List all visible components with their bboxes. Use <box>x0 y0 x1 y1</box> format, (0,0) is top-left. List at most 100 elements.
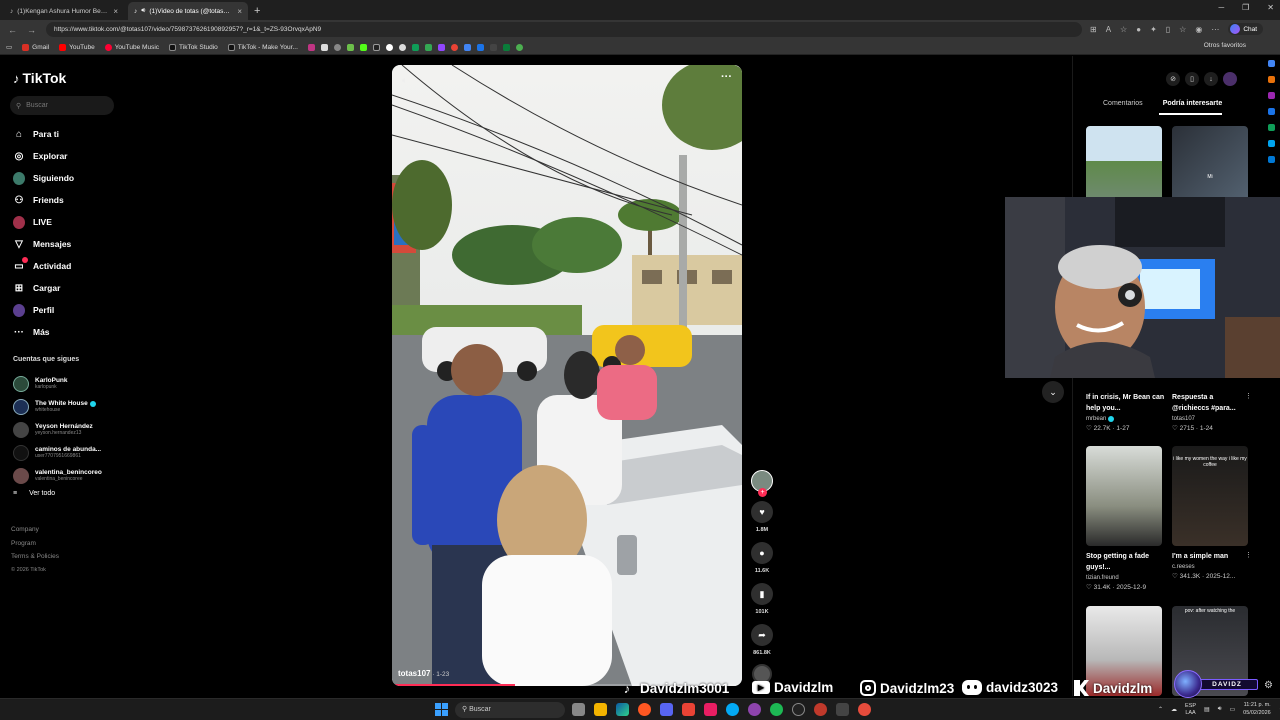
recommended-card[interactable]: Respuesta a @richieccs #para... totas107… <box>1172 392 1252 432</box>
speaker-icon[interactable]: 🔊︎ <box>141 7 145 15</box>
sheets-bookmark-icon[interactable] <box>411 43 419 51</box>
share-icon[interactable]: ➦ <box>751 624 773 646</box>
kick-bookmark-icon[interactable] <box>359 43 367 51</box>
edge-browser-icon[interactable] <box>616 703 629 716</box>
bookmark-icon[interactable] <box>489 43 497 51</box>
edge-app-icon[interactable] <box>1267 124 1275 131</box>
read-aloud-icon[interactable]: A <box>1106 25 1111 34</box>
clock[interactable]: 11:21 p. m. 05/02/2026 <box>1243 702 1271 717</box>
bookmark-extension-icon[interactable]: ▭ <box>6 43 12 51</box>
gear-icon[interactable]: ⚙ <box>1264 680 1273 691</box>
edge-app-icon[interactable] <box>1267 156 1275 163</box>
bookmark-tiktok-studio[interactable]: TikTok Studio <box>169 43 218 51</box>
maximize-icon[interactable]: ❐ <box>1242 3 1249 12</box>
follow-plus-icon[interactable]: + <box>758 488 767 497</box>
edge-app-icon[interactable] <box>1267 92 1275 99</box>
heart-icon[interactable]: ♥ <box>751 501 773 523</box>
search-input[interactable]: ⚲ Buscar <box>10 96 114 115</box>
browser-tab[interactable]: ♪ (1)Kengan Ashura Humor Best M × <box>4 2 124 20</box>
extensions-icon[interactable]: ✦ <box>1150 25 1157 34</box>
windows-start-icon[interactable] <box>435 703 448 716</box>
app-icon[interactable] <box>682 703 695 716</box>
app-icon[interactable]: ⊞ <box>1090 25 1097 34</box>
app-icon[interactable] <box>638 703 651 716</box>
bookmark-icon[interactable]: ▮ <box>751 583 773 605</box>
split-screen-icon[interactable]: ▯ <box>1166 25 1170 34</box>
copilot-chat-button[interactable]: Chat <box>1228 23 1264 35</box>
sidebar-item-explorar[interactable]: ◎ Explorar <box>13 145 123 167</box>
phone-icon[interactable]: ▯ <box>1185 72 1199 86</box>
bookmark-icon[interactable] <box>476 43 484 51</box>
bookmark-icon[interactable] <box>463 43 471 51</box>
instagram-bookmark-icon[interactable] <box>307 43 315 51</box>
sidebar-item-para-ti[interactable]: ⌂ Para ti <box>13 123 123 145</box>
cloud-icon[interactable]: ☁ <box>1171 706 1177 713</box>
bookmark-icon[interactable] <box>515 43 523 51</box>
video-more-options-icon[interactable]: ··· <box>721 71 732 83</box>
sidebar-item-siguiendo[interactable]: Siguiendo <box>13 167 123 189</box>
see-all-button[interactable]: ≡ Ver todo <box>13 490 123 497</box>
recommended-card[interactable]: Stop getting a fade guys!... tizian.freu… <box>1086 551 1166 591</box>
following-item[interactable]: valentina_benincoreo valentina_benincoree <box>13 464 123 487</box>
obs-icon[interactable] <box>792 703 805 716</box>
sidebar-item-friends[interactable]: ⚇ Friends <box>13 189 123 211</box>
edge-app-icon[interactable] <box>1267 60 1275 67</box>
network-icon[interactable]: ▤ <box>1204 706 1210 713</box>
video-author[interactable]: totas107 · 1-23 <box>398 669 449 678</box>
sidebar-item-perfil[interactable]: Perfil <box>13 299 123 321</box>
creator-avatar[interactable]: + <box>751 470 773 497</box>
new-tab-button[interactable]: + <box>254 2 260 20</box>
scroll-down-button[interactable]: ⌄ <box>1042 381 1064 403</box>
bookmark-tiktok[interactable]: TikTok - Make Your... <box>227 43 298 51</box>
sidebar-item-live[interactable]: LIVE <box>13 211 123 233</box>
app-icon[interactable] <box>836 703 849 716</box>
other-bookmarks[interactable]: Otros favoritos <box>1204 42 1246 49</box>
profile-avatar[interactable]: ◉ <box>1195 25 1202 34</box>
card-more-icon[interactable]: ⋮ <box>1245 551 1252 559</box>
tab-podria-interesarte[interactable]: Podría interesarte <box>1158 100 1223 115</box>
taskbar-search[interactable]: ⚲ Buscar <box>455 702 565 718</box>
app-icon[interactable] <box>748 703 761 716</box>
recommended-thumbnail[interactable] <box>1086 446 1162 546</box>
sidebar-item-cargar[interactable]: ⊞ Cargar <box>13 277 123 299</box>
recommended-thumbnail[interactable]: i like my women the way i like my coffee <box>1172 446 1248 546</box>
app-icon[interactable] <box>858 703 871 716</box>
sidebar-item-mas[interactable]: ··· Más <box>13 321 123 343</box>
close-tab-icon[interactable]: × <box>237 7 242 16</box>
comment-icon[interactable]: ● <box>751 542 773 564</box>
footer-link-company[interactable]: Company <box>11 523 59 537</box>
mute-icon[interactable]: 🔈︎ <box>402 75 407 86</box>
bookmark-icon[interactable] <box>320 43 328 51</box>
card-more-icon[interactable]: ⋮ <box>1245 392 1252 400</box>
bookmark-youtube[interactable]: YouTube <box>59 43 95 51</box>
sidebar-item-mensajes[interactable]: ▽ Mensajes <box>13 233 123 255</box>
app-icon[interactable] <box>726 703 739 716</box>
tray-chevron-icon[interactable]: ⌃ <box>1158 706 1163 713</box>
edge-app-icon[interactable] <box>1267 108 1275 115</box>
bookmark-icon[interactable] <box>450 43 458 51</box>
download-icon[interactable]: ↓ <box>1204 72 1218 86</box>
globe-bookmark-icon[interactable] <box>398 43 406 51</box>
volume-icon[interactable]: 🔊︎ <box>1218 706 1222 713</box>
edge-app-icon[interactable] <box>1267 140 1275 147</box>
close-tab-icon[interactable]: × <box>113 7 118 16</box>
bookmark-icon[interactable] <box>502 43 510 51</box>
twitch-bookmark-icon[interactable] <box>437 43 445 51</box>
footer-link-program[interactable]: Program <box>11 537 59 551</box>
recommended-card[interactable]: I'm a simple man c.reeses ♡ 341.3K · 202… <box>1172 551 1252 580</box>
close-window-icon[interactable]: ✕ <box>1267 3 1274 12</box>
tiktok-logo[interactable]: ♪ TikTok <box>13 70 66 86</box>
user-avatar[interactable] <box>1223 72 1237 86</box>
battery-icon[interactable]: ▭ <box>1230 706 1236 713</box>
following-item[interactable]: caminos de abunda... user7707951669861 <box>13 441 123 464</box>
following-item[interactable]: The White House whitehouse <box>13 395 123 418</box>
minimize-icon[interactable]: ─ <box>1218 3 1224 12</box>
footer-link-terms[interactable]: Terms & Policies <box>11 550 59 564</box>
video-player[interactable]: 🔈︎ ··· totas107 · 1-23 <box>392 65 742 686</box>
extension-icon[interactable]: ● <box>1136 25 1141 34</box>
bookmark-icon[interactable] <box>385 43 393 51</box>
sidebar-item-actividad[interactable]: ▭ Actividad <box>13 255 123 277</box>
forward-icon[interactable]: → <box>27 25 36 35</box>
browser-tab-active[interactable]: ♪ 🔊︎ (1)Video de totas (@totas107) × <box>128 2 248 20</box>
recommended-card[interactable]: If in crisis, Mr Bean can help you... mr… <box>1086 392 1166 432</box>
